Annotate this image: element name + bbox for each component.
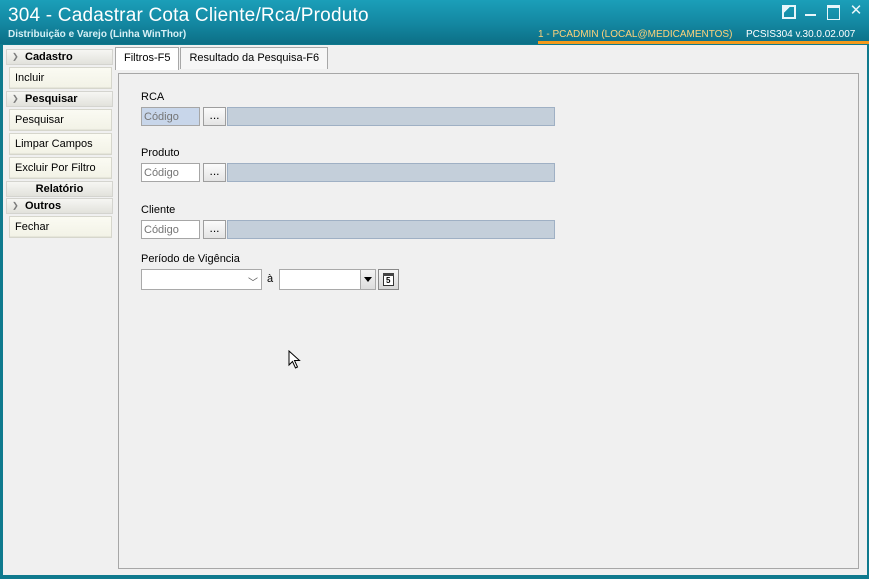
maximize-button[interactable] bbox=[826, 4, 840, 20]
title-bar: 304 - Cadastrar Cota Cliente/Rca/Produto… bbox=[0, 0, 869, 44]
fechar-button[interactable]: Fechar bbox=[9, 216, 112, 238]
restore-layout-icon[interactable] bbox=[781, 4, 796, 19]
minimize-button[interactable] bbox=[804, 4, 818, 18]
close-button[interactable]: ✕ bbox=[849, 3, 863, 18]
periodo-separator: à bbox=[267, 273, 274, 285]
group-title: Cadastro bbox=[25, 51, 73, 63]
excluir-por-filtro-button[interactable]: Excluir Por Filtro bbox=[9, 157, 112, 179]
produto-label: Produto bbox=[141, 147, 180, 159]
group-title: Relatório bbox=[35, 183, 84, 195]
calendar-icon[interactable]: 5 bbox=[378, 269, 399, 290]
collapse-chevron-icon: ❯ bbox=[12, 52, 19, 61]
window-subtitle: Distribuição e Varejo (Linha WinThor) bbox=[8, 29, 187, 40]
chevron-down-icon: ﹀ bbox=[248, 278, 258, 289]
tab-filtros[interactable]: Filtros-F5 bbox=[115, 47, 180, 70]
dropdown-arrow-icon[interactable] bbox=[360, 270, 375, 289]
periodo-start-date[interactable]: ﹀ bbox=[141, 269, 262, 290]
collapse-chevron-icon: ❯ bbox=[12, 201, 19, 210]
rca-code-input[interactable] bbox=[141, 107, 200, 126]
user-info: 1 - PCADMIN (LOCAL@MEDICAMENTOS) bbox=[538, 29, 733, 40]
rca-description-field bbox=[227, 107, 555, 126]
group-pesquisar[interactable]: ❯ Pesquisar bbox=[6, 91, 113, 107]
collapse-chevron-icon: ❯ bbox=[12, 94, 19, 103]
client-area: ❯ Cadastro Incluir ❯ Pesquisar Pesquisar… bbox=[3, 45, 867, 575]
group-title: Outros bbox=[25, 200, 62, 212]
accent-line bbox=[538, 41, 869, 44]
group-cadastro[interactable]: ❯ Cadastro bbox=[6, 49, 113, 65]
tab-strip: Filtros-F5 Resultado da Pesquisa-F6 bbox=[115, 47, 329, 70]
cliente-search-button[interactable]: ... bbox=[203, 220, 226, 239]
cliente-code-input[interactable] bbox=[141, 220, 200, 239]
rca-search-button[interactable]: ... bbox=[203, 107, 226, 126]
incluir-button[interactable]: Incluir bbox=[9, 67, 112, 89]
sidebar: ❯ Cadastro Incluir ❯ Pesquisar Pesquisar… bbox=[6, 48, 113, 239]
group-relatorio[interactable]: Relatório bbox=[6, 181, 113, 197]
window-title: 304 - Cadastrar Cota Cliente/Rca/Produto bbox=[8, 5, 369, 26]
rca-label: RCA bbox=[141, 91, 165, 103]
cliente-label: Cliente bbox=[141, 204, 176, 216]
group-outros[interactable]: ❯ Outros bbox=[6, 198, 113, 214]
periodo-end-date[interactable] bbox=[279, 269, 376, 290]
group-title: Pesquisar bbox=[25, 93, 78, 105]
tab-resultado-pesquisa[interactable]: Resultado da Pesquisa-F6 bbox=[180, 47, 329, 69]
periodo-label: Período de Vigência bbox=[141, 253, 240, 265]
filters-panel: RCA ... Produto ... Cliente ... Período … bbox=[118, 73, 859, 569]
produto-description-field bbox=[227, 163, 555, 182]
pesquisar-button[interactable]: Pesquisar bbox=[9, 109, 112, 131]
produto-search-button[interactable]: ... bbox=[203, 163, 226, 182]
cliente-description-field bbox=[227, 220, 555, 239]
mouse-cursor-icon bbox=[288, 350, 301, 369]
version-info: PCSIS304 v.30.0.02.007 bbox=[746, 29, 856, 40]
produto-code-input[interactable] bbox=[141, 163, 200, 182]
limpar-campos-button[interactable]: Limpar Campos bbox=[9, 133, 112, 155]
